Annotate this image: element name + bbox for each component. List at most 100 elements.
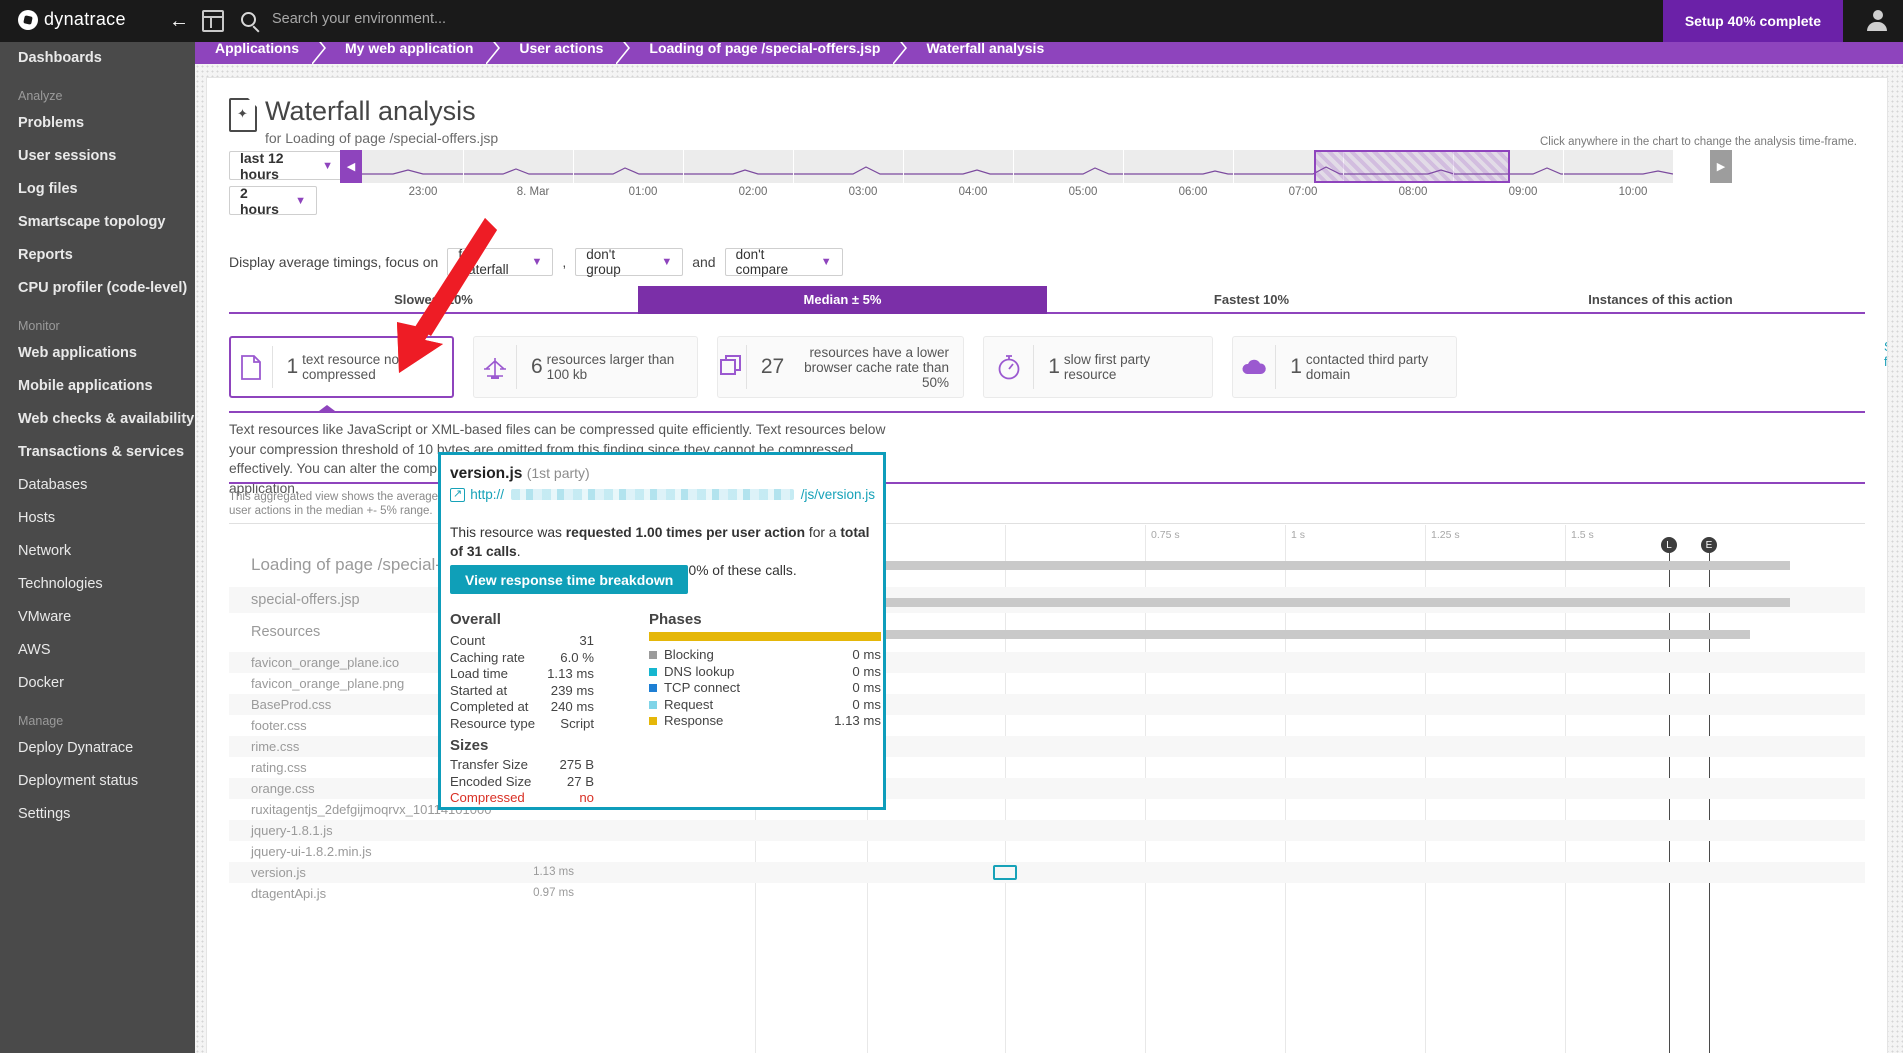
setup-progress-button[interactable]: Setup 40% complete [1662,0,1843,42]
granularity-select[interactable]: 2 hours ▼ [229,185,317,217]
kv-key: Started at [450,683,508,698]
url-scheme: http:// [470,487,504,502]
compare-select[interactable]: don't compare ▼ [724,247,843,277]
dynatrace-mark-icon [18,9,38,30]
document-icon [231,354,272,380]
tooltip-resource-url[interactable]: ↗ http:// /js/version.js [450,487,875,502]
sidebar-item-cpu-profiler[interactable]: CPU profiler (code-level) [0,272,195,305]
timeline-selection-handle[interactable] [1314,150,1510,183]
finding-card-slow-first-party-resource[interactable]: 1 slow first party resource [983,336,1213,398]
sidebar-item-docker[interactable]: Docker [0,667,195,700]
phase-blocking: Blocking 0 ms [649,647,881,662]
scales-icon [474,355,516,380]
sidebar-item-user-sessions[interactable]: User sessions [0,140,195,173]
search-icon[interactable] [241,12,256,27]
chevron-down-icon: ▼ [661,256,673,268]
percentile-tabs: Slowest 10% Median ± 5% Fastest 10% Inst… [229,286,1865,314]
view-response-time-breakdown-button[interactable]: View response time breakdown [450,565,689,594]
waterfall-marker-end[interactable]: E [1701,537,1717,553]
table-row[interactable]: jquery-ui-1.8.2.min.js [229,841,1865,862]
dynatrace-logo[interactable]: dynatrace [18,9,126,30]
kv-value: 239 ms [550,683,594,698]
tooltip-party-label: (1st party) [526,465,590,481]
chart-hint-text: Click anywhere in the chart to change th… [1539,136,1857,148]
waterfall-marker-load[interactable]: L [1661,537,1677,553]
sidebar-group-analyze: Analyze [18,89,63,103]
sidebar-item-problems[interactable]: Problems [0,107,195,140]
tab-fastest-10[interactable]: Fastest 10% [1047,286,1456,314]
table-row[interactable]: jquery-1.8.1.js [229,820,1865,841]
phase-swatch [649,716,657,725]
sidebar-item-web-checks[interactable]: Web checks & availability [0,403,195,436]
kv-key: Caching rate [450,650,525,665]
timeline-tick: 08:00 [1398,186,1428,198]
phase-value: 0 ms [852,647,881,662]
group-select[interactable]: don't group ▼ [575,247,684,277]
timeline-tick: 06:00 [1178,186,1208,198]
phases-stacked-bar [649,632,881,641]
sidebar-item-vmware[interactable]: VMware [0,601,195,634]
phase-swatch [649,683,657,692]
finding-desc: slow first party resource [1063,352,1151,382]
finding-card-contacted-third-party-domain[interactable]: 1 contacted third party domain [1232,336,1457,398]
phase-value: 0 ms [852,697,881,712]
sidebar-item-technologies[interactable]: Technologies [0,568,195,601]
table-row-version-js[interactable]: version.js 1.13 ms [229,862,1865,883]
chevron-down-icon: ▼ [531,256,543,268]
sidebar-item-log-files[interactable]: Log files [0,173,195,206]
timeline-tick: 05:00 [1068,186,1098,198]
page-title: Waterfall analysis [265,96,476,126]
kv-value: Script [560,716,594,731]
focus-select[interactable]: full waterfall ▼ [447,247,554,277]
sidebar-item-deployment-status[interactable]: Deployment status [0,765,195,798]
sidebar-item-databases[interactable]: Databases [0,469,195,502]
display-options-row: Display average timings, focus on full w… [229,247,843,277]
sidebar-item-mobile-applications[interactable]: Mobile applications [0,370,195,403]
tab-slowest-10[interactable]: Slowest 10% [229,286,638,314]
finding-card-resources-larger-than-100kb[interactable]: 6 resources larger than 100 kb [473,336,698,398]
phase-request: Request 0 ms [649,697,881,712]
timeline-tick: 07:00 [1288,186,1318,198]
selected-card-notch-icon [319,405,335,411]
sidebar-item-dashboards[interactable]: Dashboards [0,42,195,75]
tab-median[interactable]: Median ± 5% [638,286,1047,314]
sidebar-item-network[interactable]: Network [0,535,195,568]
sidebar-item-reports[interactable]: Reports [0,239,195,272]
resource-duration: 1.13 ms [533,866,574,879]
phase-swatch [649,700,657,709]
timeline-prev-button[interactable]: ◀ [340,150,362,183]
sidebar-item-hosts[interactable]: Hosts [0,502,195,535]
table-row[interactable]: dtagentApi.js 0.97 ms [229,883,1865,904]
sidebar-item-web-applications[interactable]: Web applications [0,337,195,370]
timeline-next-button[interactable]: ▶ [1710,150,1732,183]
sidebar-item-transactions-services[interactable]: Transactions & services [0,436,195,469]
dashboard-icon[interactable] [202,10,224,32]
waterfall-grid-label: 1.25 s [1431,529,1460,541]
top-bar: dynatrace ← Search your environment... S… [0,0,1903,42]
sidebar-item-deploy-dynatrace[interactable]: Deploy Dynatrace [0,732,195,765]
tab-instances-of-this-action[interactable]: Instances of this action [1456,286,1865,314]
sidebar-item-aws[interactable]: AWS [0,634,195,667]
finding-count: 1 [286,355,299,378]
breadcrumb-label: Loading of page /special-offers.jsp [649,40,881,56]
display-options-and: and [692,254,716,270]
waterfall-grid-label: 0.75 s [1151,529,1180,541]
finding-count: 1 [1290,355,1302,378]
sidebar-group-manage: Manage [18,714,64,728]
copy-icon [718,355,746,379]
finding-card-lower-browser-cache-rate[interactable]: 27 resources have a lower browser cache … [717,336,964,398]
search-input[interactable]: Search your environment... [272,11,872,27]
phase-key: Request [664,697,714,712]
show-all-findings-link[interactable]: Show all findings… [1884,340,1887,370]
user-avatar-icon[interactable] [1867,10,1889,32]
time-range-select[interactable]: last 12 hours ▼ [229,150,344,182]
finding-count: 27 [760,355,785,378]
collapse-sidebar-icon[interactable]: ← [166,8,192,34]
sidebar-item-settings[interactable]: Settings [0,798,195,831]
sidebar-item-smartscape-topology[interactable]: Smartscape topology [0,206,195,239]
resource-name: version.js [251,864,306,880]
overall-completed-at: Completed at 240 ms [450,699,594,714]
finding-card-text-resource-not-compressed[interactable]: 1 text resource not compressed [229,336,454,398]
display-options-label: Display average timings, focus on [229,254,439,270]
kv-value: 31 [579,633,594,648]
